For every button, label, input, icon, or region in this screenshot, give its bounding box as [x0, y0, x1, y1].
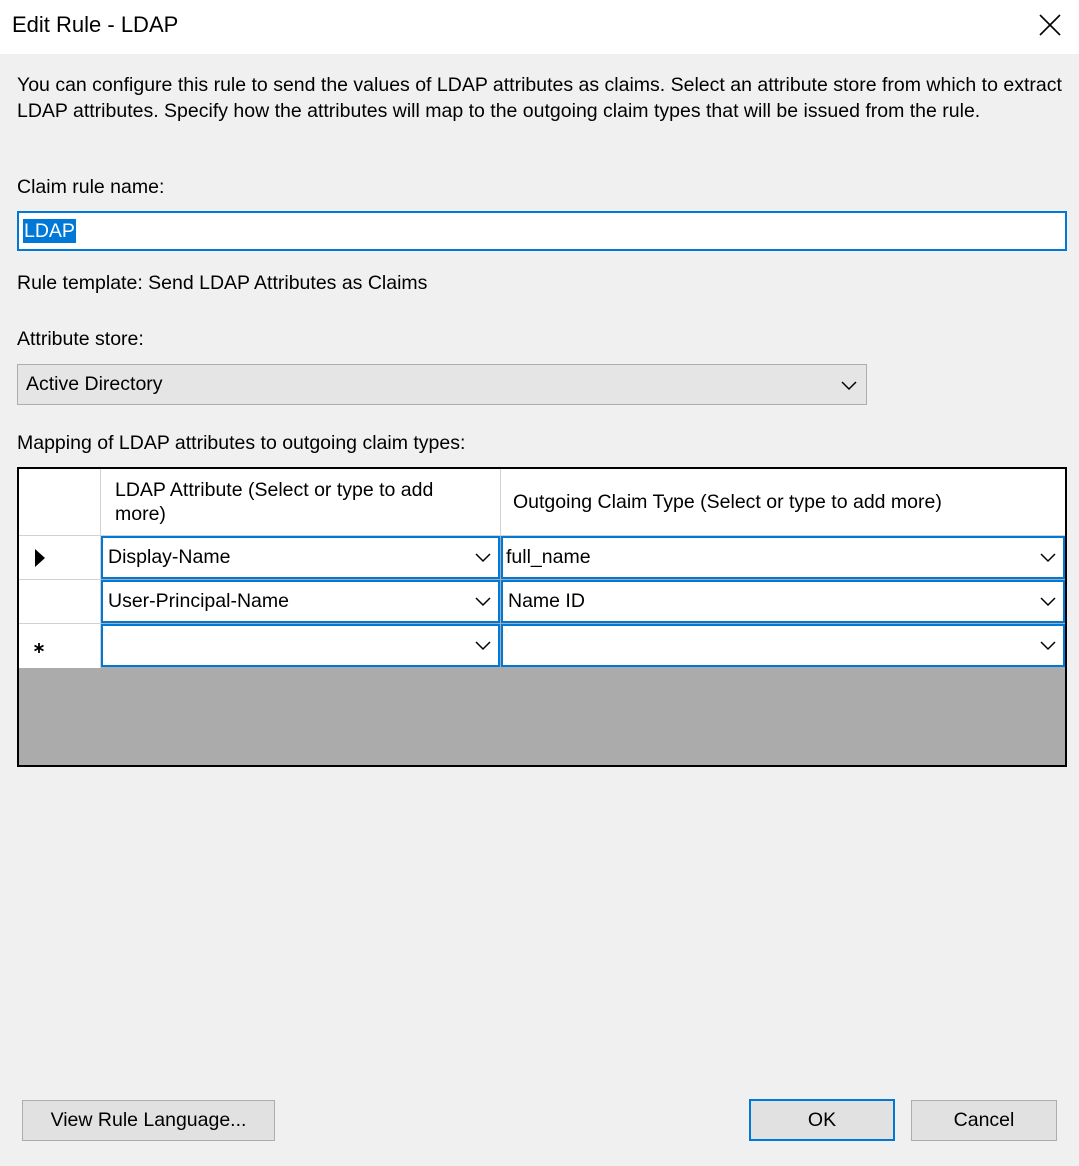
ldap-attribute-combo[interactable]: Display-Name: [101, 536, 500, 579]
claim-rule-name-input[interactable]: LDAP: [17, 211, 1067, 251]
row-header[interactable]: [19, 580, 101, 624]
claim-type-combo[interactable]: Name ID: [501, 580, 1065, 623]
current-row-arrow-icon: [35, 549, 45, 567]
attribute-store-label: Attribute store:: [17, 328, 144, 350]
attribute-store-select[interactable]: Active Directory: [17, 364, 867, 405]
chevron-down-icon: [1040, 641, 1056, 651]
column-header-ldap-attribute[interactable]: LDAP Attribute (Select or type to add mo…: [101, 469, 501, 536]
claim-type-combo[interactable]: full_name: [501, 536, 1065, 579]
cancel-button[interactable]: Cancel: [911, 1100, 1057, 1141]
claim-type-value: Name ID: [508, 590, 585, 612]
claim-rule-name-label: Claim rule name:: [17, 176, 165, 198]
row-header[interactable]: [19, 536, 101, 580]
cancel-label: Cancel: [953, 1109, 1015, 1131]
claim-rule-name-value: LDAP: [23, 219, 76, 243]
ok-label: OK: [807, 1108, 837, 1131]
mapping-label: Mapping of LDAP attributes to outgoing c…: [17, 432, 466, 454]
claim-type-value: full_name: [506, 546, 591, 568]
ldap-attribute-value: Display-Name: [108, 546, 231, 568]
chevron-down-icon: [841, 381, 857, 391]
chevron-down-icon: [475, 597, 491, 607]
column-header-ldap-attribute-label: LDAP Attribute (Select or type to add mo…: [115, 479, 434, 525]
row-header[interactable]: [19, 624, 101, 668]
ldap-attribute-value: User-Principal-Name: [108, 590, 289, 612]
grid-header-corner: [19, 469, 101, 536]
close-button[interactable]: [1021, 0, 1079, 50]
ok-button[interactable]: OK: [749, 1099, 895, 1141]
ldap-attribute-combo[interactable]: User-Principal-Name: [101, 580, 500, 623]
new-row-asterisk-icon: [34, 643, 44, 653]
rule-template-label: Rule template: Send LDAP Attributes as C…: [17, 272, 428, 294]
view-rule-language-button[interactable]: View Rule Language...: [22, 1100, 275, 1141]
view-rule-language-label: View Rule Language...: [50, 1109, 247, 1131]
attribute-store-value: Active Directory: [26, 373, 163, 395]
ldap-attribute-combo[interactable]: [101, 624, 500, 667]
column-header-outgoing-claim-type[interactable]: Outgoing Claim Type (Select or type to a…: [501, 469, 1065, 536]
rule-description: You can configure this rule to send the …: [17, 74, 1062, 122]
window-title: Edit Rule - LDAP: [12, 12, 179, 37]
column-header-outgoing-claim-type-label: Outgoing Claim Type (Select or type to a…: [513, 491, 942, 513]
title-bar: Edit Rule - LDAP: [0, 0, 1079, 54]
mapping-grid[interactable]: LDAP Attribute (Select or type to add mo…: [17, 467, 1067, 767]
close-icon: [1039, 14, 1061, 36]
chevron-down-icon: [1040, 597, 1056, 607]
chevron-down-icon: [1040, 553, 1056, 563]
chevron-down-icon: [475, 553, 491, 563]
claim-type-combo[interactable]: [501, 624, 1065, 667]
chevron-down-icon: [475, 641, 491, 651]
